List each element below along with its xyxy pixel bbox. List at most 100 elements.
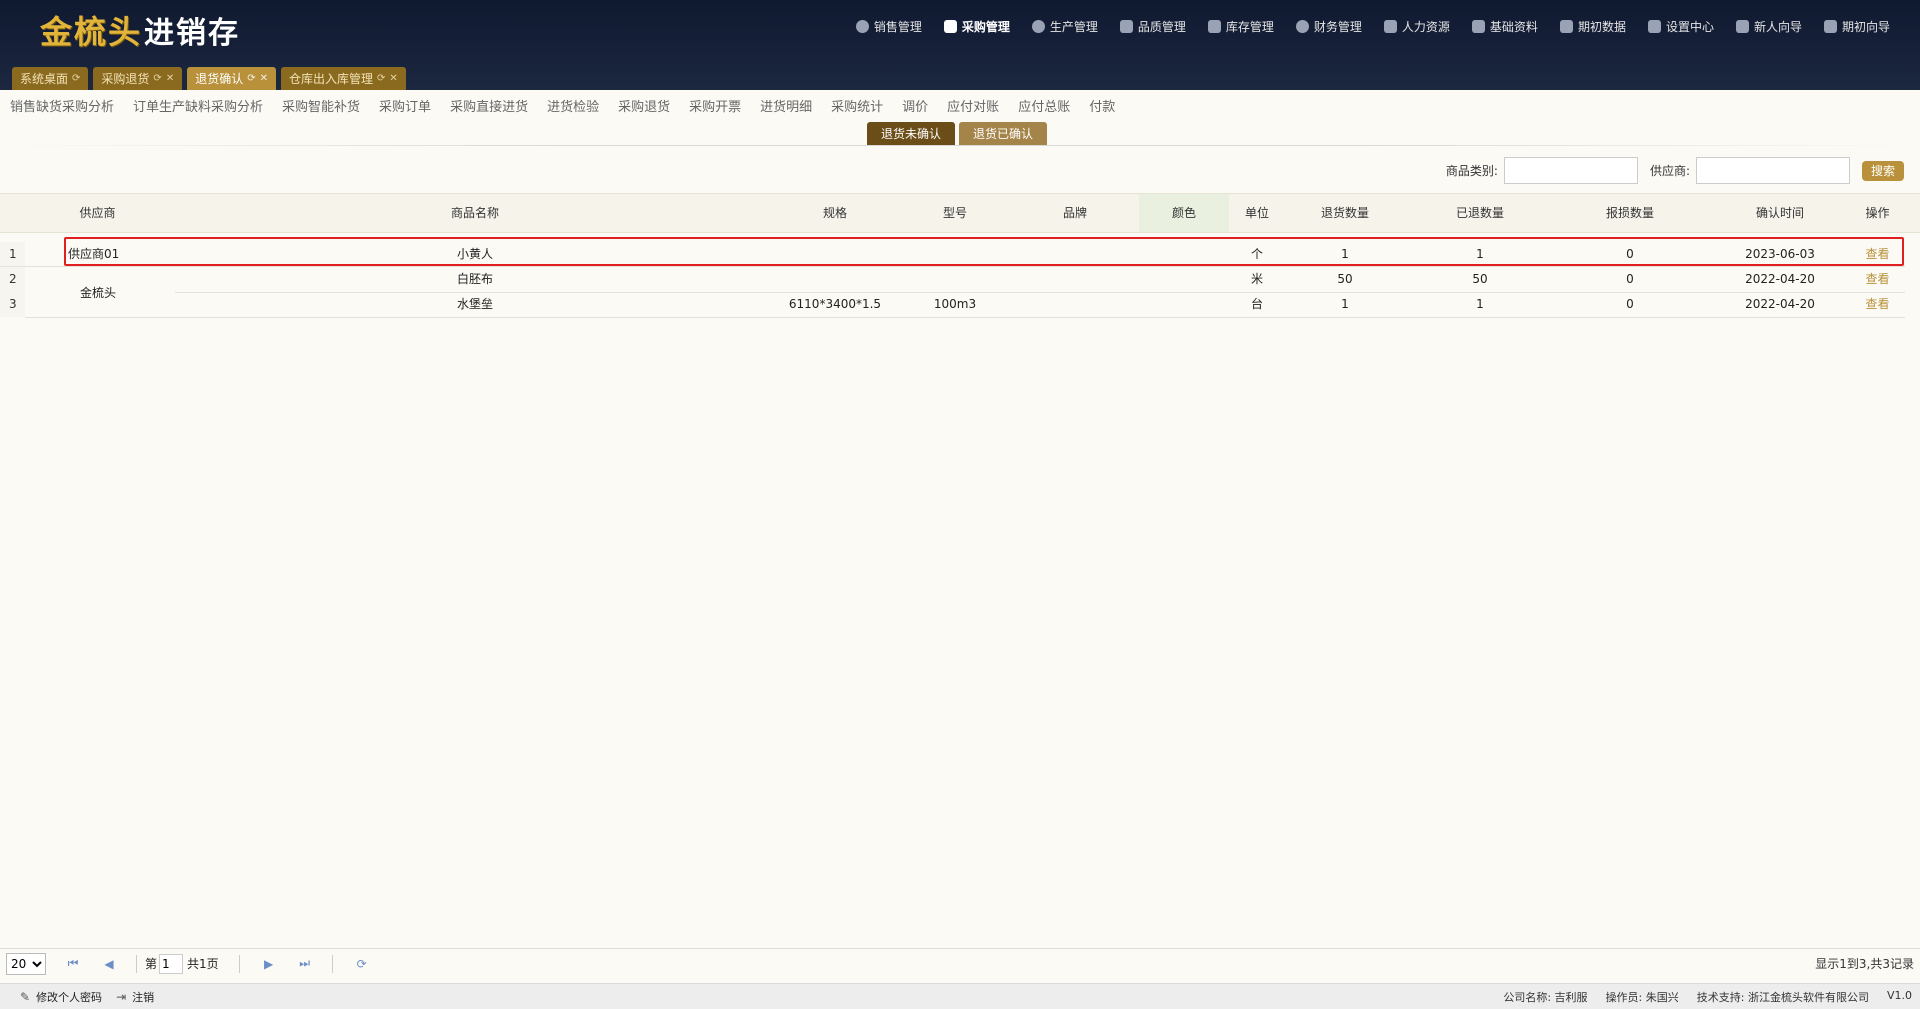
submenu-item[interactable]: 调价 xyxy=(902,96,928,115)
submenu-item[interactable]: 采购退货 xyxy=(618,96,670,115)
prev-page-icon[interactable]: ◀ xyxy=(102,957,116,971)
logout-icon: ⇥ xyxy=(116,989,127,1004)
user-guide-icon xyxy=(1735,20,1749,33)
nav-label: 基础资料 xyxy=(1489,20,1538,34)
col-returned-qty[interactable]: 已退数量 xyxy=(1405,194,1555,232)
nav-purchase[interactable]: 采购管理 xyxy=(943,18,1010,35)
view-link[interactable]: 查看 xyxy=(1855,267,1900,292)
nav-label: 设置中心 xyxy=(1665,20,1714,34)
search-button[interactable]: 搜索 xyxy=(1861,160,1904,181)
submenu-item[interactable]: 应付总账 xyxy=(1018,96,1070,115)
submenu-item[interactable]: 采购直接进货 xyxy=(450,96,528,115)
page-total: 共1页 xyxy=(187,957,219,971)
cell-unit: 台 xyxy=(1250,297,1263,311)
cell-unit: 米 xyxy=(1250,272,1263,286)
submenu-item[interactable]: 采购统计 xyxy=(831,96,883,115)
logout-label: 注销 xyxy=(132,990,155,1004)
submenu-item[interactable]: 付款 xyxy=(1089,96,1115,115)
category-input[interactable] xyxy=(1503,157,1638,184)
version: V1.0 xyxy=(1886,988,1912,1002)
cell-return-qty: 50 xyxy=(1337,272,1353,286)
close-icon[interactable]: ✕ xyxy=(166,73,174,84)
top-header: 金梳头 进销存 销售管理 采购管理 生产管理 品质管理 库存管理 财务管理 人力… xyxy=(0,0,1920,90)
yen-icon xyxy=(1295,20,1309,33)
nav-newbie-guide[interactable]: 新人向导 xyxy=(1735,18,1802,35)
nav-settings[interactable]: 设置中心 xyxy=(1647,18,1714,35)
refresh-icon[interactable]: ⟳ xyxy=(72,73,80,84)
col-color[interactable]: 颜色 xyxy=(1139,194,1229,232)
category-label: 商品类别: xyxy=(1445,164,1498,178)
tab-label: 系统桌面 xyxy=(20,72,69,86)
purchase-submenu: 销售缺货采购分析 订单生产缺料采购分析 采购智能补货 采购订单 采购直接进货 进… xyxy=(10,96,1115,115)
col-loss-qty[interactable]: 报损数量 xyxy=(1555,194,1705,232)
nav-inventory[interactable]: 库存管理 xyxy=(1207,18,1274,35)
col-brand[interactable]: 品牌 xyxy=(1015,194,1135,232)
submenu-item[interactable]: 进货明细 xyxy=(760,96,812,115)
nav-label: 期初数据 xyxy=(1577,20,1626,34)
nav-basic-data[interactable]: 基础资料 xyxy=(1471,18,1538,35)
nav-label: 新人向导 xyxy=(1753,20,1802,34)
bookmark-icon xyxy=(943,20,957,33)
record-info: 显示1到3,共3记录 xyxy=(1815,957,1914,971)
tab-return-confirm[interactable]: 退货确认 ⟳ ✕ xyxy=(187,67,276,90)
refresh-icon[interactable]: ⟳ xyxy=(247,73,255,84)
submenu-item[interactable]: 采购智能补货 xyxy=(282,96,360,115)
tab-desktop[interactable]: 系统桌面 ⟳ xyxy=(12,67,89,90)
row-index: 2 xyxy=(0,267,25,292)
supplier-label: 供应商: xyxy=(1649,164,1690,178)
close-icon[interactable]: ✕ xyxy=(389,73,397,84)
col-spec[interactable]: 规格 xyxy=(775,194,895,232)
col-action: 操作 xyxy=(1865,206,1890,220)
submenu-item[interactable]: 进货检验 xyxy=(547,96,599,115)
col-unit[interactable]: 单位 xyxy=(1229,194,1285,232)
col-confirm-time[interactable]: 确认时间 xyxy=(1705,194,1855,232)
tab-confirmed[interactable]: 退货已确认 xyxy=(959,122,1048,145)
grid-icon xyxy=(1207,20,1221,33)
refresh-icon[interactable]: ⟳ xyxy=(153,73,161,84)
col-return-qty[interactable]: 退货数量 xyxy=(1285,194,1405,232)
page-number-input[interactable] xyxy=(159,953,184,974)
next-page-icon[interactable]: ▶ xyxy=(262,957,276,971)
nav-finance[interactable]: 财务管理 xyxy=(1295,18,1362,35)
nav-opening-guide[interactable]: 期初向导 xyxy=(1823,18,1890,35)
close-icon[interactable]: ✕ xyxy=(260,73,268,84)
last-page-icon[interactable]: ⏭ xyxy=(298,956,312,971)
nav-label: 生产管理 xyxy=(1049,20,1098,34)
nav-opening-data[interactable]: 期初数据 xyxy=(1559,18,1626,35)
logout-link[interactable]: ⇥ 注销 xyxy=(116,989,154,1005)
first-page-icon[interactable]: ⏮ xyxy=(66,956,80,971)
refresh-icon[interactable]: ⟳ xyxy=(377,73,385,84)
nav-label: 采购管理 xyxy=(961,20,1010,34)
nav-hr[interactable]: 人力资源 xyxy=(1383,18,1450,35)
submenu-item[interactable]: 应付对账 xyxy=(947,96,999,115)
shield-icon xyxy=(1119,20,1133,33)
page-size-select[interactable]: 20 xyxy=(6,952,46,975)
nav-sales[interactable]: 销售管理 xyxy=(855,18,922,35)
page-prefix: 第 xyxy=(145,957,158,971)
supplier-input[interactable] xyxy=(1695,157,1850,184)
refresh-icon[interactable]: ⟳ xyxy=(355,957,369,971)
tab-purchase-return[interactable]: 采购退货 ⟳ ✕ xyxy=(93,67,183,90)
table-row[interactable]: 2 白胚布 米 50 50 0 2022-04-20 查看 xyxy=(0,267,1920,292)
logo-brand-text: 金梳头 xyxy=(40,13,143,51)
main-nav: 销售管理 采购管理 生产管理 品质管理 库存管理 财务管理 人力资源 基础资料 … xyxy=(855,18,1890,35)
cell-spec: 6110*3400*1.5 xyxy=(788,297,882,311)
table-row[interactable]: 3 水堡垒 6110*3400*1.5 100m3 台 1 1 0 2022-0… xyxy=(0,292,1920,317)
search-bar: 商品类别: 供应商: 搜索 xyxy=(1446,157,1904,184)
nav-production[interactable]: 生产管理 xyxy=(1031,18,1098,35)
cell-confirm-time: 2022-04-20 xyxy=(1745,272,1815,286)
tab-warehouse[interactable]: 仓库出入库管理 ⟳ ✕ xyxy=(281,67,406,90)
nav-quality[interactable]: 品质管理 xyxy=(1119,18,1186,35)
col-name[interactable]: 商品名称 xyxy=(175,194,775,232)
col-supplier[interactable]: 供应商 xyxy=(20,194,175,232)
view-link[interactable]: 查看 xyxy=(1855,292,1900,317)
submenu-item[interactable]: 采购订单 xyxy=(379,96,431,115)
change-password-link[interactable]: ✎ 修改个人密码 xyxy=(20,989,102,1005)
submenu-item[interactable]: 采购开票 xyxy=(689,96,741,115)
users-icon xyxy=(1383,20,1397,33)
gear-icon xyxy=(1031,20,1045,33)
submenu-item[interactable]: 订单生产缺料采购分析 xyxy=(133,96,263,115)
tab-unconfirmed[interactable]: 退货未确认 xyxy=(867,122,956,145)
col-model[interactable]: 型号 xyxy=(895,194,1015,232)
submenu-item[interactable]: 销售缺货采购分析 xyxy=(10,96,114,115)
